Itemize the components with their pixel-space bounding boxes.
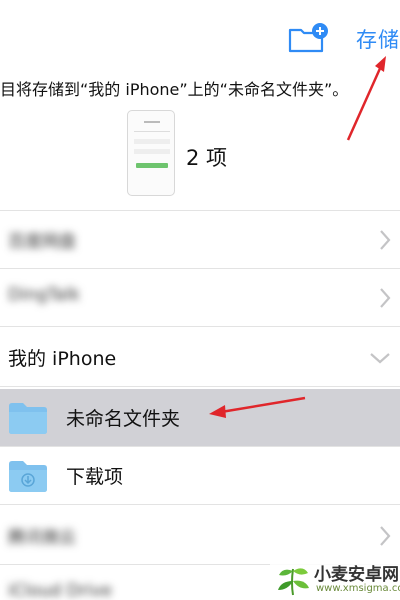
location-list: 百度网盘 DingTalk 我的 iPhone 未命名文件夹 下载项 腾讯微云 … bbox=[0, 210, 400, 600]
downloads-folder-icon bbox=[9, 461, 47, 492]
location-label: 我的 iPhone bbox=[8, 348, 117, 370]
watermark: 小麦安卓网 www.xmsigma.com bbox=[270, 556, 400, 600]
location-label: iCloud Drive bbox=[8, 581, 113, 600]
location-label: DingTalk bbox=[8, 285, 80, 305]
location-label: 百度网盘 bbox=[8, 232, 76, 252]
save-button[interactable]: 存储 bbox=[356, 24, 400, 54]
chevron-right-icon bbox=[380, 288, 391, 308]
folder-icon bbox=[9, 403, 47, 434]
location-row-my-iphone[interactable]: 我的 iPhone bbox=[0, 329, 400, 387]
save-sheet-header: 存储 目将存储到“我的 iPhone”上的“未命名文件夹”。 2 项 bbox=[0, 0, 400, 210]
chevron-down-icon bbox=[370, 353, 390, 364]
folder-add-icon[interactable] bbox=[287, 22, 329, 54]
folder-label: 未命名文件夹 bbox=[66, 408, 181, 430]
chevron-right-icon bbox=[380, 526, 391, 546]
item-count: 2 项 bbox=[186, 146, 228, 170]
save-destination-message: 目将存储到“我的 iPhone”上的“未命名文件夹”。 bbox=[0, 80, 349, 99]
folder-row-downloads[interactable]: 下载项 bbox=[0, 447, 400, 505]
document-preview-graphic bbox=[134, 121, 170, 168]
location-row-dingtalk[interactable]: DingTalk bbox=[0, 269, 400, 327]
document-thumbnail bbox=[127, 110, 175, 196]
watermark-brand: 小麦安卓网 bbox=[314, 565, 399, 585]
watermark-url: www.xmsigma.com bbox=[316, 583, 400, 594]
folder-row-unnamed[interactable]: 未命名文件夹 bbox=[0, 389, 400, 447]
leaf-logo-icon bbox=[278, 568, 309, 596]
location-label: 腾讯微云 bbox=[8, 528, 76, 548]
location-row-baidu[interactable]: 百度网盘 bbox=[0, 211, 400, 269]
folder-label: 下载项 bbox=[66, 466, 124, 488]
chevron-right-icon bbox=[380, 230, 391, 250]
